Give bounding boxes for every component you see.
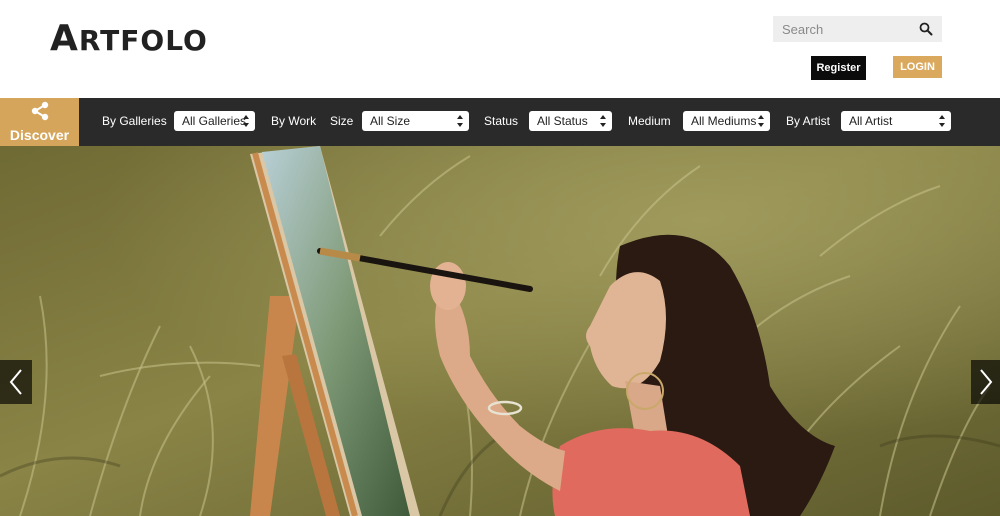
size-select-value: All Size <box>370 114 411 128</box>
search-icon[interactable] <box>919 22 933 36</box>
galleries-select[interactable]: All Galleries <box>174 111 255 131</box>
hero-image <box>0 146 1000 516</box>
medium-select[interactable]: All Mediums <box>683 111 770 131</box>
hero-slider <box>0 146 1000 516</box>
galleries-select-value: All Galleries <box>182 114 247 128</box>
select-arrows-icon <box>243 115 249 127</box>
search-box <box>773 16 942 42</box>
select-arrows-icon <box>457 115 463 127</box>
logo-initial: A <box>50 18 79 59</box>
slider-next-button[interactable] <box>971 360 1000 404</box>
select-arrows-icon <box>758 115 764 127</box>
size-label: Size <box>330 114 354 128</box>
site-logo[interactable]: ARTFOLO <box>50 18 208 59</box>
search-input[interactable] <box>782 21 919 37</box>
discover-button[interactable]: Discover <box>0 98 79 146</box>
select-arrows-icon <box>939 115 945 127</box>
size-select[interactable]: All Size <box>362 111 469 131</box>
register-button[interactable]: Register <box>811 56 866 80</box>
login-button[interactable]: LOGIN <box>893 56 942 78</box>
medium-label: Medium <box>628 114 671 128</box>
chevron-right-icon <box>979 369 992 395</box>
filter-bar: Discover By Galleries All Galleries By W… <box>0 98 1000 146</box>
select-arrows-icon <box>600 115 606 127</box>
artist-select[interactable]: All Artist <box>841 111 951 131</box>
share-icon <box>29 101 51 126</box>
status-select-value: All Status <box>537 114 588 128</box>
status-select[interactable]: All Status <box>529 111 612 131</box>
medium-select-value: All Mediums <box>691 114 757 128</box>
status-label: Status <box>484 114 519 128</box>
artist-select-value: All Artist <box>849 114 893 128</box>
slider-prev-button[interactable] <box>0 360 32 404</box>
site-header: ARTFOLO Register LOGIN <box>0 0 1000 98</box>
by-artist-label: By Artist <box>786 114 831 128</box>
by-galleries-label: By Galleries <box>102 114 167 128</box>
by-work-label: By Work <box>271 114 317 128</box>
discover-label: Discover <box>9 127 70 143</box>
logo-text: RTFOLO <box>78 24 208 57</box>
chevron-left-icon <box>9 369 22 395</box>
